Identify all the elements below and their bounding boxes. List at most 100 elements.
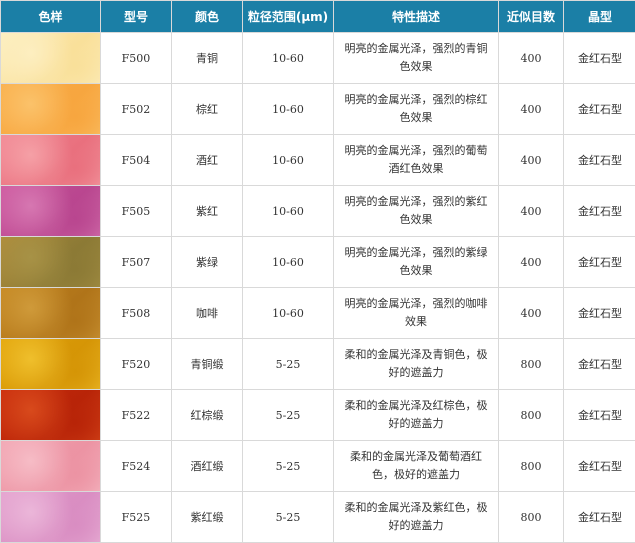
color-swatch	[1, 135, 100, 185]
size-range-cell: 10-60	[243, 135, 333, 185]
color-name-cell: 紫红	[172, 186, 242, 236]
model-cell: F508	[101, 288, 171, 338]
crystal-type-cell: 金红石型	[564, 84, 635, 134]
color-swatch	[1, 339, 100, 389]
table-row: F507 紫绿 10-60 明亮的金属光泽，强烈的紫绿色效果 400 金红石型	[1, 237, 635, 287]
size-range-cell: 5-25	[243, 390, 333, 440]
model-cell: F520	[101, 339, 171, 389]
color-swatch-cell	[1, 33, 100, 83]
color-swatch-cell	[1, 186, 100, 236]
color-name-cell: 咖啡	[172, 288, 242, 338]
header-desc: 特性描述	[334, 1, 498, 32]
table-row: F524 酒红缎 5-25 柔和的金属光泽及葡萄酒红色，极好的遮盖力 800 金红石型	[1, 441, 635, 491]
color-swatch-cell	[1, 84, 100, 134]
color-swatch-cell	[1, 492, 100, 542]
model-cell: F507	[101, 237, 171, 287]
description-cell: 柔和的金属光泽及葡萄酒红色，极好的遮盖力	[334, 441, 498, 491]
color-swatch	[1, 237, 100, 287]
color-name-cell: 青铜缎	[172, 339, 242, 389]
model-cell: F525	[101, 492, 171, 542]
color-name-cell: 酒红缎	[172, 441, 242, 491]
color-swatch	[1, 441, 100, 491]
table-row: F508 咖啡 10-60 明亮的金属光泽，强烈的咖啡效果 400 金红石型	[1, 288, 635, 338]
model-cell: F500	[101, 33, 171, 83]
color-swatch-cell	[1, 237, 100, 287]
crystal-type-cell: 金红石型	[564, 237, 635, 287]
header-swatch: 色样	[1, 1, 100, 32]
color-swatch	[1, 390, 100, 440]
crystal-type-cell: 金红石型	[564, 441, 635, 491]
color-swatch	[1, 492, 100, 542]
mesh-cell: 400	[499, 135, 563, 185]
description-cell: 明亮的金属光泽，强烈的棕红色效果	[334, 84, 498, 134]
description-cell: 明亮的金属光泽，强烈的紫绿色效果	[334, 237, 498, 287]
mesh-cell: 400	[499, 33, 563, 83]
size-range-cell: 5-25	[243, 339, 333, 389]
crystal-type-cell: 金红石型	[564, 33, 635, 83]
model-cell: F502	[101, 84, 171, 134]
size-range-cell: 10-60	[243, 288, 333, 338]
color-name-cell: 紫绿	[172, 237, 242, 287]
color-name-cell: 紫红缎	[172, 492, 242, 542]
crystal-type-cell: 金红石型	[564, 339, 635, 389]
mesh-cell: 800	[499, 492, 563, 542]
description-cell: 柔和的金属光泽及紫红色，极好的遮盖力	[334, 492, 498, 542]
table-row: F520 青铜缎 5-25 柔和的金属光泽及青铜色，极好的遮盖力 800 金红石型	[1, 339, 635, 389]
header-size: 粒径范围(μm)	[243, 1, 333, 32]
model-cell: F505	[101, 186, 171, 236]
crystal-type-cell: 金红石型	[564, 288, 635, 338]
color-swatch	[1, 288, 100, 338]
color-name-cell: 棕红	[172, 84, 242, 134]
description-cell: 柔和的金属光泽及青铜色，极好的遮盖力	[334, 339, 498, 389]
mesh-cell: 400	[499, 288, 563, 338]
mesh-cell: 800	[499, 390, 563, 440]
description-cell: 明亮的金属光泽，强烈的紫红色效果	[334, 186, 498, 236]
description-cell: 明亮的金属光泽，强烈的青铜色效果	[334, 33, 498, 83]
color-swatch-cell	[1, 288, 100, 338]
mesh-cell: 400	[499, 237, 563, 287]
mesh-cell: 800	[499, 339, 563, 389]
table-header: 色样 型号 颜色 粒径范围(μm) 特性描述 近似目数 晶型	[1, 1, 635, 32]
model-cell: F524	[101, 441, 171, 491]
crystal-type-cell: 金红石型	[564, 390, 635, 440]
description-cell: 明亮的金属光泽，强烈的咖啡效果	[334, 288, 498, 338]
table-row: F504 酒红 10-60 明亮的金属光泽，强烈的葡萄酒红色效果 400 金红石型	[1, 135, 635, 185]
model-cell: F504	[101, 135, 171, 185]
model-cell: F522	[101, 390, 171, 440]
header-model: 型号	[101, 1, 171, 32]
size-range-cell: 5-25	[243, 441, 333, 491]
color-name-cell: 酒红	[172, 135, 242, 185]
crystal-type-cell: 金红石型	[564, 492, 635, 542]
pigment-table: 色样 型号 颜色 粒径范围(μm) 特性描述 近似目数 晶型 F500 青铜 10-…	[0, 0, 635, 543]
color-swatch	[1, 186, 100, 236]
table-row: F525 紫红缎 5-25 柔和的金属光泽及紫红色，极好的遮盖力 800 金红石型	[1, 492, 635, 542]
size-range-cell: 10-60	[243, 33, 333, 83]
size-range-cell: 10-60	[243, 237, 333, 287]
color-name-cell: 青铜	[172, 33, 242, 83]
color-name-cell: 红棕缎	[172, 390, 242, 440]
color-swatch	[1, 33, 100, 83]
size-range-cell: 5-25	[243, 492, 333, 542]
table-row: F505 紫红 10-60 明亮的金属光泽，强烈的紫红色效果 400 金红石型	[1, 186, 635, 236]
mesh-cell: 400	[499, 186, 563, 236]
table-row: F500 青铜 10-60 明亮的金属光泽，强烈的青铜色效果 400 金红石型	[1, 33, 635, 83]
crystal-type-cell: 金红石型	[564, 186, 635, 236]
color-swatch-cell	[1, 135, 100, 185]
color-swatch-cell	[1, 441, 100, 491]
description-cell: 明亮的金属光泽，强烈的葡萄酒红色效果	[334, 135, 498, 185]
size-range-cell: 10-60	[243, 84, 333, 134]
description-cell: 柔和的金属光泽及红棕色，极好的遮盖力	[334, 390, 498, 440]
color-swatch	[1, 84, 100, 134]
mesh-cell: 800	[499, 441, 563, 491]
table-row: F502 棕红 10-60 明亮的金属光泽，强烈的棕红色效果 400 金红石型	[1, 84, 635, 134]
size-range-cell: 10-60	[243, 186, 333, 236]
crystal-type-cell: 金红石型	[564, 135, 635, 185]
mesh-cell: 400	[499, 84, 563, 134]
color-swatch-cell	[1, 390, 100, 440]
header-mesh: 近似目数	[499, 1, 563, 32]
color-swatch-cell	[1, 339, 100, 389]
table-body: F500 青铜 10-60 明亮的金属光泽，强烈的青铜色效果 400 金红石型 F502 棕红…	[1, 33, 635, 542]
header-color: 颜色	[172, 1, 242, 32]
header-crystal: 晶型	[564, 1, 635, 32]
table-row: F522 红棕缎 5-25 柔和的金属光泽及红棕色，极好的遮盖力 800 金红石型	[1, 390, 635, 440]
